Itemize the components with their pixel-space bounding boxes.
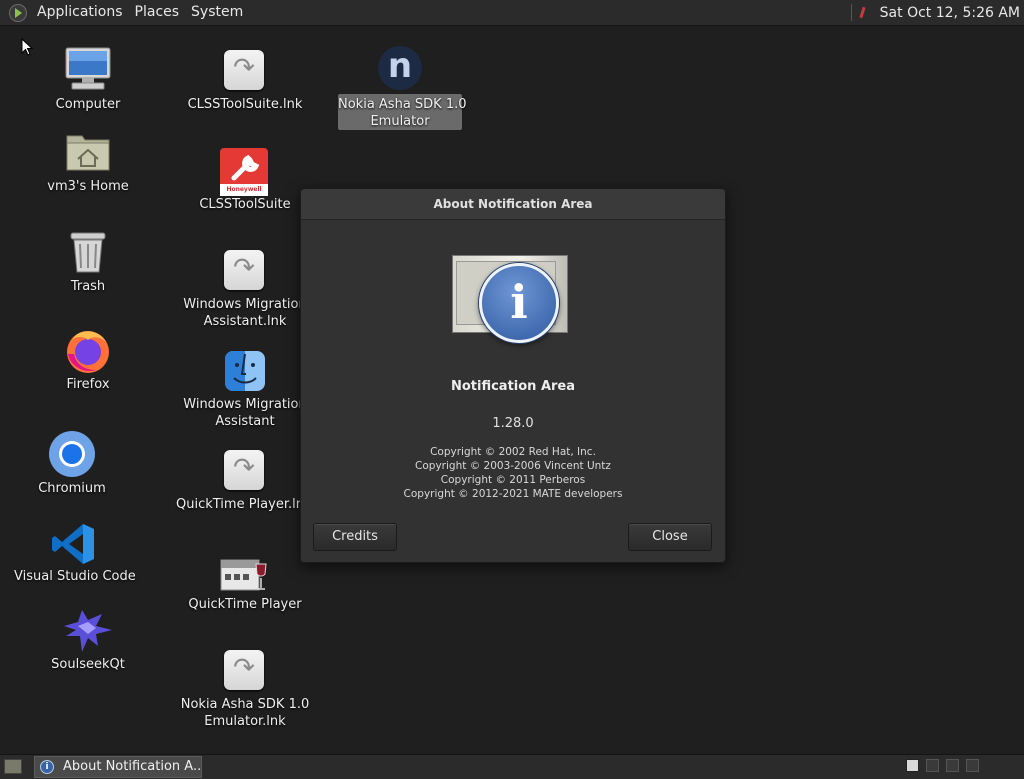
desktop-icon-label: CLSSToolSuite.lnk [187,97,303,112]
workspace-4[interactable] [966,759,979,772]
workspace-2[interactable] [926,759,939,772]
desktop-icon-label: Windows Migration [183,297,307,312]
menu-places[interactable]: Places [129,0,186,25]
shortcut-icon [224,450,264,490]
desktop-icon-trash[interactable]: Trash [40,228,136,298]
shortcut-icon [224,50,264,90]
honeywell-wrench-icon: Honeywell [220,148,268,196]
desktop-icon-label: Windows Migration [183,397,307,412]
desktop-icon-nokia-lnk[interactable]: Nokia Asha SDK 1.0 Emulator.lnk [180,648,310,732]
copyright-line: Copyright © 2003-2006 Vincent Untz [415,460,611,472]
copyright-line: Copyright © 2012-2021 MATE developers [403,488,623,500]
desktop-icon-quicktime[interactable]: QuickTime Player [180,552,310,622]
desktop-icon-label-line2: Assistant [215,414,275,429]
taskbar-window-button[interactable]: i About Notification A... [34,756,202,778]
desktop-icon-windows-migration[interactable]: Windows Migration Assistant [180,348,310,432]
menu-system[interactable]: System [185,0,249,25]
shortcut-icon [224,250,264,290]
system-tray: Sat Oct 12, 5:26 AM [850,0,1024,25]
info-icon: i [40,760,54,774]
bottom-panel: i About Notification A... [0,754,1024,779]
dialog-titlebar[interactable]: About Notification Area [301,189,725,220]
close-button[interactable]: Close [628,523,712,551]
desktop-icon-label: QuickTime Player [188,597,302,612]
taskbar-window-label: About Notification A... [63,759,202,774]
desktop-icon-label: Trash [70,279,106,294]
workspace-3[interactable] [946,759,959,772]
chromium-icon [49,431,95,477]
app-version: 1.28.0 [492,416,534,431]
desktop-icon-vscode[interactable]: Visual Studio Code [14,520,136,590]
copyright-line: Copyright © 2011 Perberos [440,474,586,486]
copyright-line: Copyright © 2002 Red Hat, Inc. [430,446,596,458]
network-icon[interactable] [858,6,868,20]
top-panel: Applications Places System Sat Oct 12, 5… [0,0,1024,26]
wine-app-icon [220,559,267,591]
dialog-app-icon: i [452,253,570,343]
desktop-icon-chromium[interactable]: Chromium [24,430,120,500]
tray-separator [850,4,852,21]
desktop-icon-label-line2: Emulator [370,114,430,129]
desktop-icon-computer[interactable]: Computer [40,46,136,116]
desktop-icon-label: Firefox [66,377,110,392]
desktop-icon-firefox[interactable]: Firefox [40,326,136,396]
vscode-icon [52,524,94,564]
desktop-icon-home[interactable]: vm3's Home [40,128,136,198]
desktop-icon-label-line2: Emulator.lnk [204,714,286,729]
computer-icon [65,47,111,90]
app-name: Notification Area [450,379,576,394]
trash-icon [70,232,106,273]
desktop-icon-soulseek[interactable]: SoulseekQt [40,606,136,676]
desktop-icon-label: QuickTime Player.lnk [176,497,312,512]
desktop-icon-label: Nokia Asha SDK 1.0 [180,697,310,712]
finder-icon [225,351,265,391]
menu-logo-icon[interactable] [9,3,27,22]
credits-button[interactable]: Credits [313,523,397,551]
desktop-icon-clsstoolsuite-lnk[interactable]: CLSSToolSuite.lnk [180,48,310,118]
desktop-icon-clsstoolsuite[interactable]: Honeywell CLSSToolSuite [180,146,310,216]
desktop-icon-label: Visual Studio Code [14,569,136,584]
shortcut-icon [224,650,264,690]
clock[interactable]: Sat Oct 12, 5:26 AM [880,5,1020,21]
honeywell-badge: Honeywell [220,184,268,196]
desktop-icon-windows-migration-lnk[interactable]: Windows Migration Assistant.lnk [180,248,310,332]
menu-applications[interactable]: Applications [31,0,129,25]
copyright-block: Copyright © 2002 Red Hat, Inc. Copyright… [301,445,725,501]
mouse-cursor-icon [21,38,33,56]
desktop-icon-nokia-emulator[interactable]: n Nokia Asha SDK 1.0 Emulator [338,46,467,134]
home-folder-icon [66,135,110,171]
desktop-icon-label: Nokia Asha SDK 1.0 [338,97,467,112]
soulseek-icon [64,610,112,652]
desktop-icon-label: Chromium [38,481,106,496]
info-icon: i [479,263,559,343]
nokia-n-icon: n [378,46,422,90]
desktop-icon-label: CLSSToolSuite [199,197,291,212]
desktop-icon-quicktime-lnk[interactable]: QuickTime Player.lnk [176,448,312,518]
desktop-icon-label-line2: Assistant.lnk [203,314,287,329]
show-desktop-icon[interactable] [4,759,22,774]
desktop-icon-label: vm3's Home [47,179,129,194]
firefox-icon [67,331,109,373]
desktop-icon-label: SoulseekQt [51,657,125,672]
desktop-icon-label: Computer [55,97,121,112]
workspace-1[interactable] [906,759,919,772]
about-dialog: About Notification Area i Notification A… [300,188,726,563]
